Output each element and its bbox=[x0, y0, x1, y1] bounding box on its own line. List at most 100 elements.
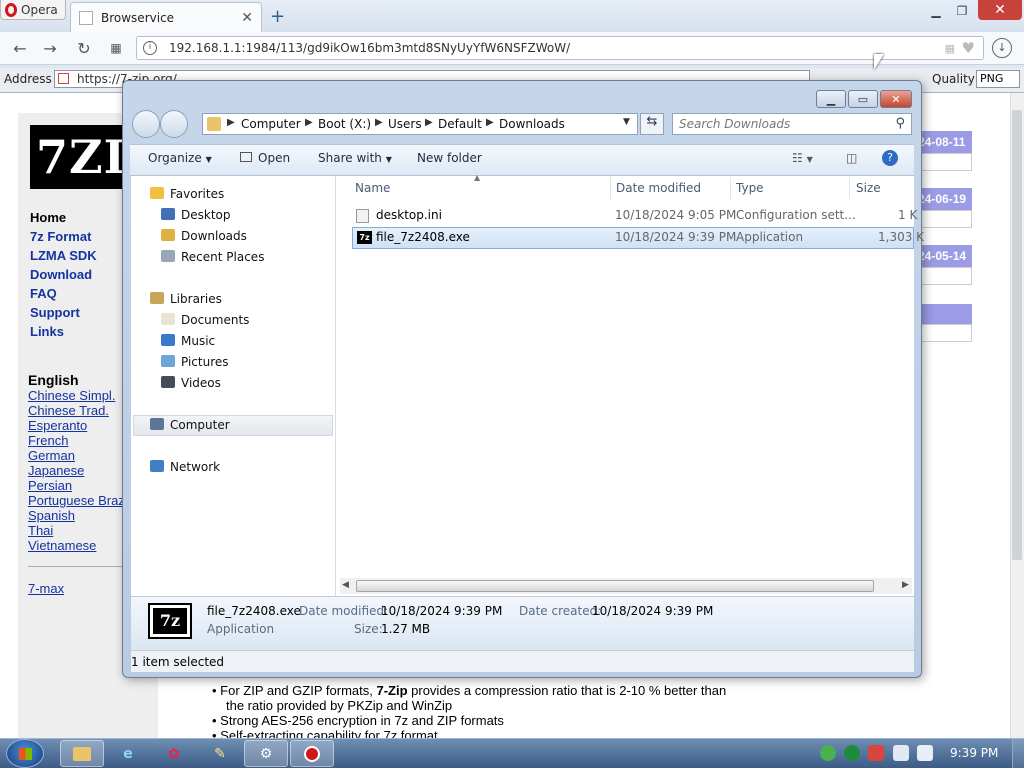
site-nav-link[interactable]: LZMA SDK bbox=[30, 248, 97, 263]
nav-computer[interactable]: Computer bbox=[150, 418, 230, 432]
explorer-minimize-button[interactable]: ▁ bbox=[816, 90, 846, 108]
site-nav-link[interactable]: Support bbox=[30, 305, 80, 320]
page-scrollbar-thumb[interactable] bbox=[1012, 110, 1022, 560]
bookmark-heart-icon[interactable]: ♥ bbox=[962, 39, 975, 57]
language-link[interactable]: Portuguese Brazil bbox=[28, 493, 131, 508]
nav-pictures[interactable]: Pictures bbox=[161, 355, 229, 369]
site-nav-link[interactable]: Download bbox=[30, 267, 92, 282]
breadcrumb-users[interactable]: Users bbox=[388, 117, 422, 131]
language-link[interactable]: Thai bbox=[28, 523, 53, 538]
nav-music[interactable]: Music bbox=[161, 334, 215, 348]
horizontal-scrollbar-thumb[interactable] bbox=[356, 580, 874, 592]
search-input[interactable]: Search Downloads ⚲ bbox=[672, 113, 912, 135]
column-separator[interactable] bbox=[849, 177, 850, 199]
explorer-maximize-button[interactable]: ▭ bbox=[848, 90, 878, 108]
back-arrow-icon[interactable]: ← bbox=[10, 38, 30, 58]
speed-dial-grid-icon[interactable]: ▦ bbox=[106, 38, 126, 58]
volume-muted-icon[interactable] bbox=[917, 745, 933, 761]
column-separator[interactable] bbox=[610, 177, 611, 199]
nav-desktop[interactable]: Desktop bbox=[161, 208, 231, 222]
breadcrumb-arrow-icon[interactable]: ▶ bbox=[305, 117, 313, 128]
breadcrumb-downloads[interactable]: Downloads bbox=[499, 117, 565, 131]
file-row-selected[interactable]: 7z file_7z2408.exe 10/18/2024 9:39 PM Ap… bbox=[352, 227, 924, 249]
column-date-modified[interactable]: Date modified bbox=[616, 181, 701, 195]
show-desktop-button[interactable] bbox=[1012, 739, 1024, 768]
site-info-icon[interactable]: i bbox=[143, 41, 157, 55]
url-bar[interactable]: i 192.168.1.1:1984/113/gd9ikOw16bm3mtd8S… bbox=[136, 36, 984, 60]
taskbar-opera[interactable] bbox=[290, 740, 334, 767]
explorer-forward-button[interactable] bbox=[160, 110, 188, 138]
tray-icon[interactable] bbox=[820, 745, 836, 761]
nav-network[interactable]: Network bbox=[150, 460, 220, 474]
explorer-close-button[interactable]: ✕ bbox=[880, 90, 912, 108]
column-separator[interactable] bbox=[730, 177, 731, 199]
column-type[interactable]: Type bbox=[736, 181, 764, 195]
play-icon[interactable] bbox=[844, 745, 860, 761]
maximize-window-button[interactable]: ❐ bbox=[950, 2, 974, 20]
site-nav-link[interactable]: Home bbox=[30, 210, 66, 225]
share-with-button[interactable]: Share with ▼ bbox=[318, 151, 392, 165]
language-link[interactable]: Vietnamese bbox=[28, 538, 96, 553]
taskbar-explorer[interactable] bbox=[60, 740, 104, 767]
breadcrumb[interactable]: ▶ Computer ▶ Boot (X:) ▶ Users ▶ Default… bbox=[202, 113, 638, 135]
language-link[interactable]: Esperanto bbox=[28, 418, 87, 433]
taskbar-ie[interactable]: e bbox=[106, 740, 150, 767]
minimize-window-button[interactable]: ▁ bbox=[924, 2, 948, 20]
language-link[interactable]: Chinese Simpl. bbox=[28, 388, 115, 403]
column-size[interactable]: Size bbox=[856, 181, 881, 195]
new-tab-button[interactable]: + bbox=[270, 6, 285, 27]
nav-favorites[interactable]: Favorites bbox=[150, 187, 224, 201]
taskbar-app[interactable]: ✿ bbox=[152, 740, 196, 767]
new-folder-button[interactable]: New folder bbox=[417, 151, 482, 165]
breadcrumb-arrow-icon[interactable]: ▶ bbox=[375, 117, 383, 128]
open-button[interactable]: Open bbox=[240, 151, 290, 165]
search-icon[interactable]: ⚲ bbox=[895, 116, 905, 131]
taskbar-app[interactable]: ⚙ bbox=[244, 740, 288, 767]
breadcrumb-dropdown-icon[interactable]: ▼ bbox=[623, 117, 630, 127]
site-nav-link[interactable]: 7z Format bbox=[30, 229, 91, 244]
breadcrumb-arrow-icon[interactable]: ▶ bbox=[486, 117, 494, 128]
language-link[interactable]: Spanish bbox=[28, 508, 75, 523]
snapshot-icon[interactable]: ▦ bbox=[945, 42, 955, 55]
close-window-button[interactable]: ✕ bbox=[978, 0, 1022, 20]
breadcrumb-default[interactable]: Default bbox=[438, 117, 482, 131]
breadcrumb-boot[interactable]: Boot (X:) bbox=[318, 117, 371, 131]
breadcrumb-arrow-icon[interactable]: ▶ bbox=[425, 117, 433, 128]
site-nav-link[interactable]: FAQ bbox=[30, 286, 57, 301]
refresh-icon[interactable]: ⇆ bbox=[640, 113, 664, 135]
scroll-left-icon[interactable]: ◀ bbox=[342, 580, 349, 590]
preview-pane-icon[interactable]: ◫ bbox=[846, 151, 857, 165]
breadcrumb-computer[interactable]: Computer bbox=[241, 117, 301, 131]
tab-close-icon[interactable]: ✕ bbox=[241, 10, 253, 26]
explorer-back-button[interactable] bbox=[132, 110, 160, 138]
start-button[interactable] bbox=[6, 739, 44, 768]
nav-downloads[interactable]: Downloads bbox=[161, 229, 247, 243]
organize-button[interactable]: Organize ▼ bbox=[148, 151, 212, 165]
nav-libraries[interactable]: Libraries bbox=[150, 292, 222, 306]
help-icon[interactable]: ? bbox=[882, 150, 898, 166]
reload-icon[interactable]: ↻ bbox=[74, 38, 94, 58]
site-nav-link[interactable]: Links bbox=[30, 324, 64, 339]
language-link[interactable]: Chinese Trad. bbox=[28, 403, 109, 418]
language-link[interactable]: Persian bbox=[28, 478, 72, 493]
column-name[interactable]: Name bbox=[355, 181, 390, 195]
file-row[interactable]: desktop.ini 10/18/2024 9:05 PM Configura… bbox=[352, 206, 917, 226]
footer-link[interactable]: 7-max bbox=[28, 581, 64, 596]
view-options-icon[interactable]: ☷ ▼ bbox=[792, 151, 813, 165]
opera-menu-button[interactable]: Opera bbox=[0, 0, 66, 20]
taskbar-clock[interactable]: 9:39 PM bbox=[950, 746, 998, 760]
downloads-icon[interactable]: ↓ bbox=[992, 38, 1012, 58]
forward-arrow-icon[interactable]: → bbox=[40, 38, 60, 58]
nav-documents[interactable]: Documents bbox=[161, 313, 249, 327]
breadcrumb-arrow-icon[interactable]: ▶ bbox=[227, 117, 235, 128]
network-icon[interactable] bbox=[893, 745, 909, 761]
nav-videos[interactable]: Videos bbox=[161, 376, 221, 390]
taskbar-app[interactable]: ✎ bbox=[198, 740, 242, 767]
scroll-right-icon[interactable]: ▶ bbox=[902, 580, 909, 590]
language-link[interactable]: French bbox=[28, 433, 68, 448]
language-link[interactable]: German bbox=[28, 448, 75, 463]
browser-tab[interactable]: Browservice ✕ bbox=[70, 2, 262, 32]
language-link[interactable]: Japanese bbox=[28, 463, 84, 478]
nav-recent-places[interactable]: Recent Places bbox=[161, 250, 264, 264]
tray-icon[interactable] bbox=[868, 745, 884, 761]
